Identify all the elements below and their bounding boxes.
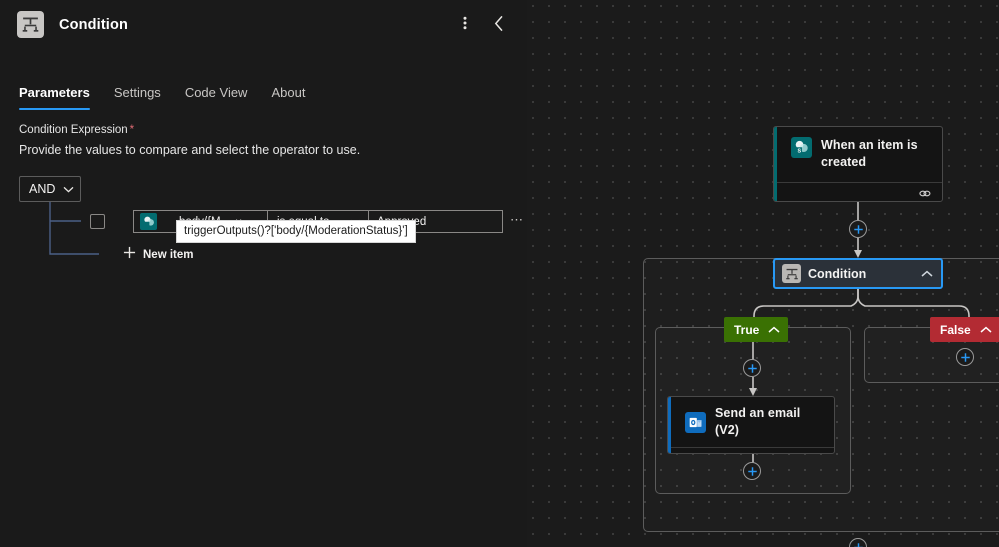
more-options-button[interactable] [451, 11, 479, 39]
add-step-true-bottom[interactable] [743, 462, 761, 480]
link-chain-icon[interactable] [810, 450, 824, 454]
outlook-icon [685, 411, 706, 433]
condition-expression-field: Condition Expression * Provide the values… [0, 124, 527, 282]
field-label: Condition Expression * [19, 124, 527, 136]
node-title: When an item is created [821, 138, 918, 169]
group-operator-select[interactable]: AND [19, 176, 81, 202]
condition-icon [782, 264, 801, 283]
panel-header-actions [451, 11, 513, 39]
svg-text:S: S [797, 148, 801, 154]
collapse-panel-button[interactable] [485, 11, 513, 39]
add-step-after-trigger[interactable] [849, 220, 867, 238]
flow-canvas[interactable]: S When an item is created Condition True… [527, 0, 999, 547]
branch-badge-false[interactable]: False [930, 317, 999, 342]
chevron-up-icon[interactable] [980, 323, 992, 337]
row-checkbox[interactable] [90, 214, 105, 229]
node-condition-selected[interactable]: Condition [773, 258, 943, 289]
panel-header: Condition [0, 0, 527, 49]
tab-code-view[interactable]: Code View [173, 85, 260, 110]
tab-parameters[interactable]: Parameters [19, 85, 102, 110]
add-step-true-top[interactable] [743, 359, 761, 377]
required-marker: * [129, 124, 135, 136]
page-title: Condition [59, 16, 128, 33]
sharepoint-icon [140, 213, 157, 230]
token-tooltip: triggerOutputs()?['body/{ModerationStatu… [176, 220, 416, 243]
panel-tabs: Parameters Settings Code View About [0, 66, 527, 110]
ellipsis-vertical-icon [463, 15, 467, 34]
chevron-up-icon[interactable] [768, 323, 780, 337]
node-send-an-email-v2[interactable]: Send an email (V2) [667, 396, 835, 454]
action-details-panel: Condition Parameters Settings Code View … [0, 0, 527, 547]
chevron-up-icon[interactable] [921, 265, 933, 283]
node-accent-bar [668, 397, 671, 453]
field-label-text: Condition Expression [19, 124, 128, 136]
flow-designer: S When an item is created Condition True… [0, 0, 999, 547]
node-title: Condition [808, 266, 867, 281]
tab-settings[interactable]: Settings [102, 85, 173, 110]
branch-badge-true[interactable]: True [724, 317, 789, 342]
add-step-after-condition[interactable] [849, 538, 867, 547]
field-description: Provide the values to compare and select… [19, 143, 361, 157]
group-operator-value: AND [29, 182, 56, 196]
node-title: Send an email (V2) [715, 406, 801, 437]
add-step-false[interactable] [956, 348, 974, 366]
node-accent-bar [774, 127, 777, 201]
tab-about[interactable]: About [259, 85, 317, 110]
link-chain-icon[interactable] [918, 186, 932, 201]
sharepoint-icon: S [791, 137, 812, 158]
add-new-item-label: New item [143, 249, 194, 261]
condition-icon [17, 11, 44, 38]
add-new-item-button[interactable]: New item [118, 243, 202, 267]
node-when-an-item-is-created[interactable]: S When an item is created [773, 126, 943, 202]
plus-icon [123, 246, 136, 264]
row-more-menu-button[interactable]: ⋯ [510, 213, 525, 230]
chevron-left-icon [494, 15, 505, 35]
branch-label: True [734, 322, 760, 337]
branch-label: False [940, 322, 971, 337]
chevron-down-icon [63, 180, 74, 198]
